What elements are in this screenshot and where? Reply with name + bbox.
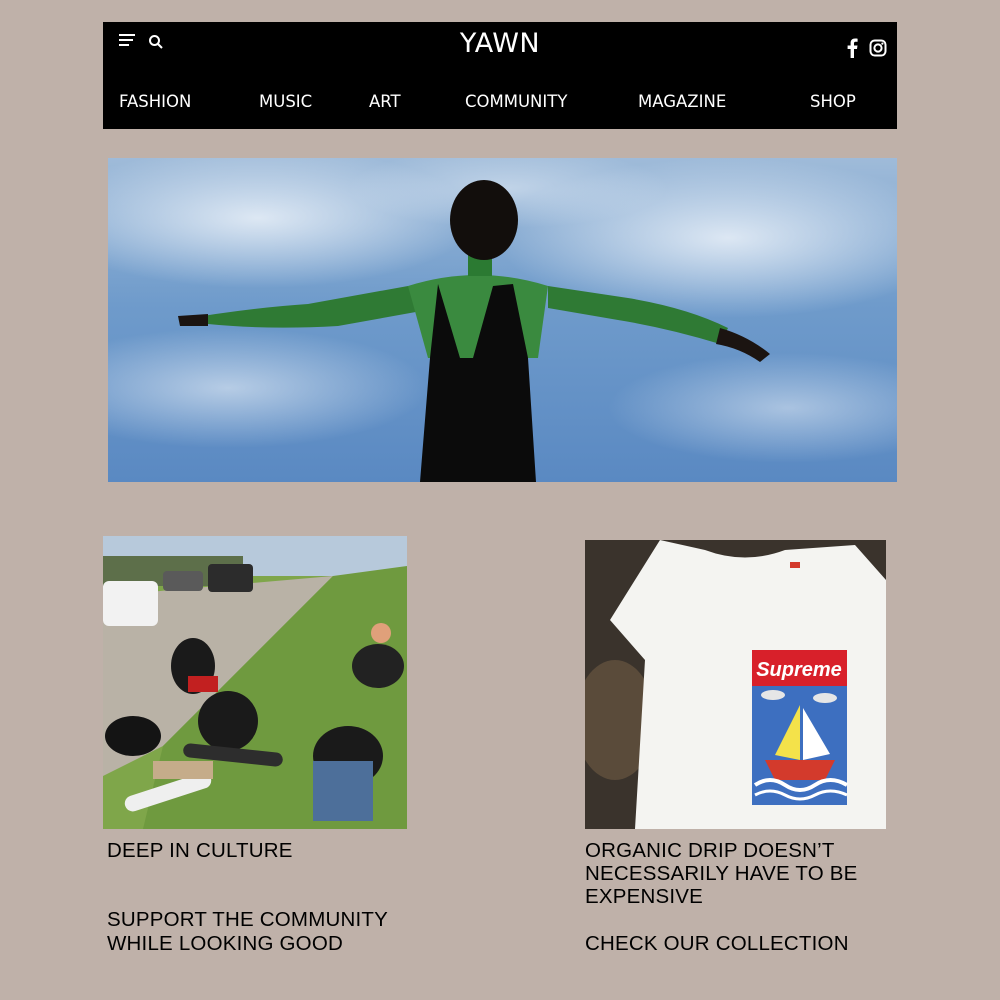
community-illustration [103,536,407,829]
card2-title-line2: NECESSARILY HAVE TO BE [585,862,858,885]
nav-magazine[interactable]: MAGAZINE [638,92,726,111]
card1-title: DEEP IN CULTURE [107,839,293,862]
card2-title-line3: EXPENSIVE [585,885,704,908]
site-header: YAWN FASHION MUSIC ART COMMUNITY MAGAZIN… [103,22,897,129]
hero-illustration [108,158,897,482]
nav-music[interactable]: MUSIC [259,92,312,111]
main-nav: FASHION MUSIC ART COMMUNITY MAGAZINE SHO… [103,92,897,116]
card1-subtitle-line2: WHILE LOOKING GOOD [107,932,343,955]
nav-community[interactable]: COMMUNITY [465,92,567,111]
tshirt-photo[interactable]: Supreme [585,540,886,829]
check-collection-link[interactable]: CHECK OUR COLLECTION [585,932,849,955]
tshirt-brand-text: Supreme [756,659,842,681]
card1-subtitle-line1: SUPPORT THE COMMUNITY [107,908,388,931]
card2-title-line1: ORGANIC DRIP DOESN’T [585,839,835,862]
social-links [845,38,887,58]
brand-logo[interactable]: YAWN [103,28,897,59]
tshirt-illustration: Supreme [585,540,886,829]
instagram-icon[interactable] [869,39,887,57]
nav-shop[interactable]: SHOP [810,92,856,111]
facebook-icon[interactable] [845,38,859,58]
hero-image[interactable] [108,158,897,482]
nav-fashion[interactable]: FASHION [119,92,191,111]
nav-art[interactable]: ART [369,92,401,111]
community-photo[interactable] [103,536,407,829]
